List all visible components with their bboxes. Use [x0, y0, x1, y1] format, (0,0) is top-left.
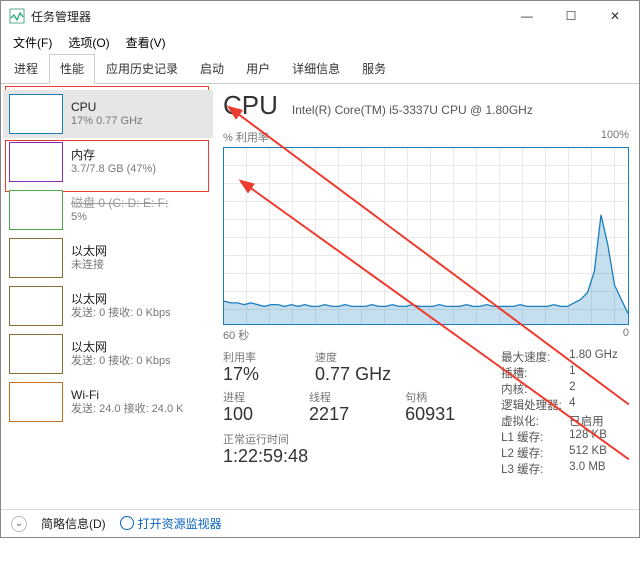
sidebar-item-subtitle: 3.7/7.8 GB (47%) [71, 163, 156, 177]
spec-virt-v: 已启用 [569, 413, 604, 429]
sidebar-thumb-icon [9, 238, 63, 278]
spec-l3-v: 3.0 MB [569, 461, 605, 477]
sidebar-thumb-icon [9, 334, 63, 374]
tab-5[interactable]: 详细信息 [281, 54, 351, 84]
tab-6[interactable]: 服务 [351, 54, 397, 84]
sidebar-item-title: 以太网 [71, 244, 107, 259]
content-area: CPU17% 0.77 GHz内存3.7/7.8 GB (47%)磁盘 0 (C… [1, 84, 639, 514]
stat-util-value: 17% [223, 364, 259, 385]
stat-thread-label: 线程 [309, 389, 349, 405]
sidebar-item-0[interactable]: CPU17% 0.77 GHz [3, 90, 213, 138]
task-manager-window: 任务管理器 — ☐ ✕ 文件(F) 选项(O) 查看(V) 进程性能应用历史记录… [0, 0, 640, 538]
stats-block: 利用率 17% 速度 0.77 GHz 进程 100 [223, 349, 629, 477]
sidebar-item-title: 磁盘 0 (C: D: E: F: [71, 196, 168, 211]
stat-uptime-value: 1:22:59:48 [223, 446, 481, 467]
spec-l2-v: 512 KB [569, 445, 607, 461]
minimize-button[interactable]: — [505, 2, 549, 30]
window-title: 任务管理器 [31, 8, 505, 25]
menu-view[interactable]: 查看(V) [120, 32, 172, 53]
page-subtitle: Intel(R) Core(TM) i5-3337U CPU @ 1.80GHz [292, 103, 533, 117]
tab-3[interactable]: 启动 [189, 54, 235, 84]
stat-util-label: 利用率 [223, 349, 259, 365]
menu-file[interactable]: 文件(F) [7, 32, 58, 53]
sidebar-thumb-icon [9, 142, 63, 182]
sidebar-item-subtitle: 发送: 24.0 接收: 24.0 K [71, 403, 184, 417]
sidebar-thumb-icon [9, 382, 63, 422]
sidebar-thumb-icon [9, 190, 63, 230]
sidebar-item-subtitle: 发送: 0 接收: 0 Kbps [71, 355, 171, 369]
spec-virt-k: 虚拟化: [501, 413, 565, 429]
sidebar-thumb-icon [9, 94, 63, 134]
tab-0[interactable]: 进程 [3, 54, 49, 84]
tab-2[interactable]: 应用历史记录 [95, 54, 189, 84]
stat-speed-value: 0.77 GHz [315, 364, 391, 385]
fewer-details-label[interactable]: 简略信息(D) [41, 515, 106, 532]
spec-l2-k: L2 缓存: [501, 445, 565, 461]
fewer-details-button[interactable]: ⌄ [11, 516, 27, 532]
plot-axis-top-left: % 利用率 [223, 129, 269, 145]
plot-axis-bottom-right: 0 [623, 327, 629, 343]
sidebar-item-4[interactable]: 以太网发送: 0 接收: 0 Kbps [3, 282, 213, 330]
tabbar: 进程性能应用历史记录启动用户详细信息服务 [1, 53, 639, 84]
window-controls: — ☐ ✕ [505, 2, 637, 30]
sidebar-item-subtitle: 5% [71, 211, 168, 225]
maximize-button[interactable]: ☐ [549, 2, 593, 30]
resource-monitor-icon [120, 516, 134, 530]
sidebar-thumb-icon [9, 286, 63, 326]
spec-cores-k: 内核: [501, 381, 565, 397]
spec-l1-v: 128 KB [569, 429, 607, 445]
stat-uptime-label: 正常运行时间 [223, 431, 481, 447]
stat-handle-label: 句柄 [405, 389, 455, 405]
sidebar-item-subtitle: 发送: 0 接收: 0 Kbps [71, 307, 171, 321]
sidebar[interactable]: CPU17% 0.77 GHz内存3.7/7.8 GB (47%)磁盘 0 (C… [1, 84, 213, 514]
plot-axis-top-right: 100% [601, 129, 629, 145]
spec-maxspeed-v: 1.80 GHz [569, 349, 618, 365]
bottom-bar: ⌄ 简略信息(D) 打开资源监视器 [1, 509, 639, 537]
sidebar-item-2[interactable]: 磁盘 0 (C: D: E: F:5% [3, 186, 213, 234]
page-title: CPU [223, 90, 278, 121]
sidebar-item-1[interactable]: 内存3.7/7.8 GB (47%) [3, 138, 213, 186]
spec-sockets-k: 插槽: [501, 365, 565, 381]
spec-logical-v: 4 [569, 397, 575, 413]
sidebar-item-title: 内存 [71, 148, 156, 163]
app-icon [9, 8, 25, 24]
menubar: 文件(F) 选项(O) 查看(V) [1, 31, 639, 53]
sidebar-item-6[interactable]: Wi-Fi发送: 24.0 接收: 24.0 K [3, 378, 213, 426]
sidebar-item-subtitle: 未连接 [71, 259, 107, 273]
stat-proc-label: 进程 [223, 389, 253, 405]
spec-sockets-v: 1 [569, 365, 575, 381]
stat-thread-value: 2217 [309, 404, 349, 425]
menu-options[interactable]: 选项(O) [62, 32, 115, 53]
plot-axis-bottom-left: 60 秒 [223, 327, 249, 343]
spec-cores-v: 2 [569, 381, 575, 397]
stat-speed-label: 速度 [315, 349, 391, 365]
cpu-utilization-chart [223, 147, 629, 325]
spec-logical-k: 逻辑处理器: [501, 397, 565, 413]
spec-maxspeed-k: 最大速度: [501, 349, 565, 365]
open-resource-monitor-link[interactable]: 打开资源监视器 [120, 515, 222, 532]
sidebar-item-title: 以太网 [71, 292, 171, 307]
titlebar[interactable]: 任务管理器 — ☐ ✕ [1, 1, 639, 31]
spec-l1-k: L1 缓存: [501, 429, 565, 445]
tab-1[interactable]: 性能 [49, 54, 95, 84]
sidebar-item-title: 以太网 [71, 340, 171, 355]
sidebar-item-3[interactable]: 以太网未连接 [3, 234, 213, 282]
close-button[interactable]: ✕ [593, 2, 637, 30]
sidebar-item-title: Wi-Fi [71, 388, 184, 403]
sidebar-item-5[interactable]: 以太网发送: 0 接收: 0 Kbps [3, 330, 213, 378]
sidebar-item-title: CPU [71, 100, 143, 115]
spec-l3-k: L3 缓存: [501, 461, 565, 477]
sidebar-item-subtitle: 17% 0.77 GHz [71, 115, 143, 129]
stat-proc-value: 100 [223, 404, 253, 425]
main-panel: CPU Intel(R) Core(TM) i5-3337U CPU @ 1.8… [213, 84, 639, 514]
stat-handle-value: 60931 [405, 404, 455, 425]
tab-4[interactable]: 用户 [235, 54, 281, 84]
